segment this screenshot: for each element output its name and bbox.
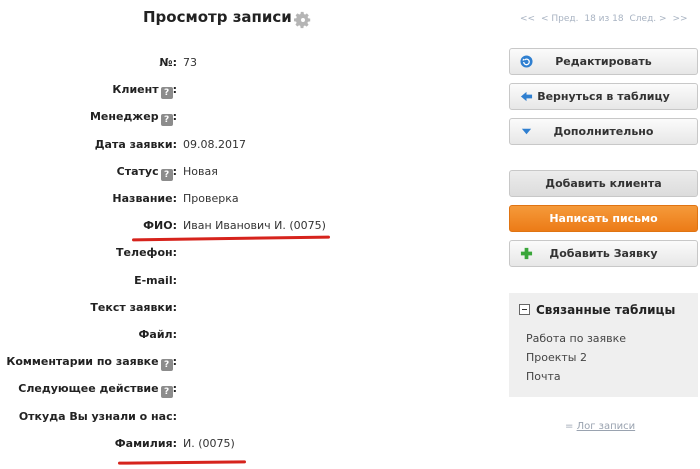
label-colon: : (172, 355, 177, 368)
field-value: 73 (183, 56, 197, 69)
more-button-label: Дополнительно (553, 125, 654, 138)
collapse-icon[interactable] (519, 304, 530, 315)
field-label-text: Статус (116, 165, 159, 178)
field-label-text: Клиент (112, 83, 159, 96)
help-icon[interactable]: ? (160, 169, 173, 181)
related-tables-panel: Связанные таблицы Работа по заявке Проек… (509, 293, 698, 397)
field-label: Откуда Вы узнали о нас: (19, 410, 177, 423)
label-colon: : (172, 83, 177, 96)
field-value: 09.08.2017 (183, 138, 246, 151)
field-label: Название: (112, 192, 177, 205)
related-item-work[interactable]: Работа по заявке (526, 332, 626, 345)
more-button[interactable]: Дополнительно (509, 118, 698, 145)
triangle-down-icon (521, 128, 532, 135)
highlight-underline-surname (117, 460, 247, 465)
field-label-text: Дата заявки: (94, 138, 177, 151)
field-label: Комментарии по заявке?: (6, 355, 177, 371)
write-letter-label: Написать письмо (549, 212, 658, 225)
field-value: И. (0075) (183, 437, 235, 450)
field-value: Иван Иванович И. (0075) (183, 219, 326, 232)
field-label: E-mail: (134, 274, 177, 287)
pager-prev-link[interactable]: < Пред. (541, 14, 579, 24)
field-value: Новая (183, 165, 218, 178)
field-label-text: Следующее действие (18, 382, 159, 395)
field-label-text: Комментарии по заявке (6, 355, 159, 368)
add-request-button[interactable]: Добавить Заявку (509, 240, 698, 267)
field-label: Статус?: (117, 165, 177, 181)
pager-last-link[interactable]: >> (672, 14, 687, 24)
related-item-projects[interactable]: Проекты 2 (526, 351, 587, 364)
help-icon[interactable]: ? (160, 359, 173, 371)
gear-icon[interactable] (294, 11, 312, 29)
related-tables-title: Связанные таблицы (536, 303, 676, 317)
log-icon: = (565, 421, 574, 432)
field-label-text: E-mail: (134, 274, 177, 287)
refresh-icon (520, 55, 533, 68)
field-label: Дата заявки: (95, 138, 177, 151)
field-label: Телефон: (116, 246, 177, 259)
field-label-text: Текст заявки: (90, 301, 177, 314)
back-to-table-button[interactable]: Вернуться в таблицу (509, 83, 698, 110)
pager-counter: 18 из 18 (584, 14, 624, 24)
field-label-text: ФИО: (143, 219, 177, 232)
write-letter-button[interactable]: Написать письмо (509, 205, 698, 232)
field-label: Текст заявки: (90, 301, 177, 314)
field-label-text: Телефон: (116, 246, 177, 259)
field-row: E-mail: (0, 274, 700, 292)
field-row: Фамилия: И. (0075) (0, 437, 700, 455)
label-colon: : (172, 382, 177, 395)
page-title: Просмотр записи (143, 8, 292, 26)
field-label-text: Откуда Вы узнали о нас: (18, 410, 177, 423)
related-tables-header[interactable]: Связанные таблицы (519, 303, 675, 317)
label-colon: : (172, 165, 177, 178)
field-label: ФИО: (143, 219, 177, 232)
field-label: Фамилия: (115, 437, 177, 450)
add-request-label: Добавить Заявку (549, 247, 658, 260)
field-label-text: Фамилия: (114, 437, 177, 450)
field-label-text: №: (159, 56, 177, 69)
help-icon[interactable]: ? (160, 87, 173, 99)
related-item-mail[interactable]: Почта (526, 370, 561, 383)
add-client-button[interactable]: Добавить клиента (509, 170, 698, 197)
plus-icon (520, 247, 533, 260)
field-label: Файл: (139, 328, 178, 341)
pager-first-link[interactable]: << (520, 14, 535, 24)
field-label: №: (159, 56, 177, 69)
field-label-text: Файл: (138, 328, 178, 341)
edit-button-label: Редактировать (555, 55, 652, 68)
back-to-table-label: Вернуться в таблицу (537, 90, 670, 103)
edit-button[interactable]: Редактировать (509, 48, 698, 75)
field-value: Проверка (183, 192, 239, 205)
help-icon[interactable]: ? (160, 386, 173, 398)
log-label: Лог записи (576, 421, 636, 432)
label-colon: : (172, 110, 177, 123)
add-client-label: Добавить клиента (545, 177, 662, 190)
arrow-left-icon (520, 91, 533, 102)
field-label: Клиент?: (112, 83, 177, 99)
field-label-text: Название: (112, 192, 177, 205)
record-pager: << < Пред. 18 из 18 След. > >> (520, 14, 691, 24)
field-label: Менеджер?: (90, 110, 177, 126)
field-label-text: Менеджер (89, 110, 159, 123)
pager-next-link[interactable]: След. > (630, 14, 667, 24)
record-log-link[interactable]: = Лог записи (565, 421, 635, 432)
field-label: Следующее действие?: (18, 382, 177, 398)
help-icon[interactable]: ? (160, 114, 173, 126)
